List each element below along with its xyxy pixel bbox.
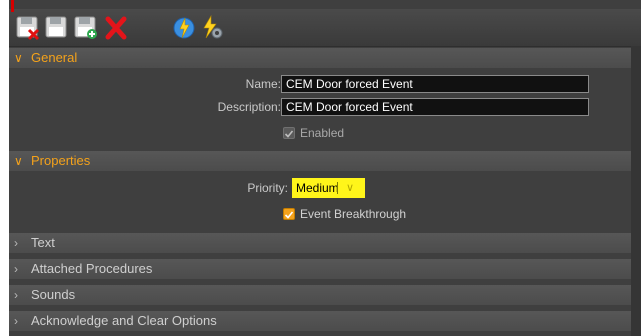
- section-text-header[interactable]: › Text: [9, 233, 641, 253]
- chevron-right-icon: ›: [14, 314, 18, 328]
- enabled-label: Enabled: [300, 126, 345, 140]
- save-new-icon: [74, 16, 97, 39]
- delete-button[interactable]: [103, 13, 129, 41]
- event-breakthrough-checkbox[interactable]: [283, 208, 295, 220]
- save-close-button[interactable]: [15, 13, 41, 41]
- event-editor-window: ∨ General Name: Description: Enabled ∨ P…: [9, 0, 641, 336]
- chevron-right-icon: ›: [14, 288, 18, 302]
- event-settings-icon: [203, 14, 223, 39]
- event-settings-button[interactable]: [199, 13, 225, 41]
- check-icon: [284, 211, 294, 219]
- save-close-icon: [16, 16, 40, 41]
- priority-label: Priority:: [247, 181, 288, 195]
- save-button[interactable]: [44, 13, 70, 41]
- chevron-down-icon: ∨: [14, 51, 23, 65]
- chevron-right-icon: ›: [14, 236, 18, 250]
- name-field[interactable]: [281, 75, 589, 93]
- refresh-event-button[interactable]: [171, 13, 197, 41]
- priority-select[interactable]: Medium ∨: [292, 178, 365, 198]
- section-acknowledge-header[interactable]: › Acknowledge and Clear Options: [9, 311, 641, 331]
- refresh-event-icon: [173, 17, 195, 39]
- right-scroll-rail: [631, 46, 641, 336]
- section-text-title: Text: [31, 235, 55, 250]
- section-general-header[interactable]: ∨ General: [9, 48, 641, 68]
- section-sounds-title: Sounds: [31, 287, 76, 302]
- save-icon: [45, 16, 67, 38]
- section-sounds-header[interactable]: › Sounds: [9, 285, 641, 305]
- description-field[interactable]: [281, 98, 589, 116]
- enabled-checkbox[interactable]: [283, 127, 295, 139]
- section-properties-header[interactable]: ∨ Properties: [9, 151, 641, 171]
- chevron-down-icon: ∨: [14, 154, 23, 168]
- chevron-right-icon: ›: [14, 262, 18, 276]
- section-general-title: General: [31, 50, 78, 65]
- cursor-marker: [11, 0, 14, 12]
- priority-value: Medium: [296, 181, 339, 195]
- name-label: Name:: [245, 77, 281, 91]
- section-attached-procedures-header[interactable]: › Attached Procedures: [9, 259, 641, 279]
- section-acknowledge-title: Acknowledge and Clear Options: [31, 313, 217, 328]
- section-properties-title: Properties: [31, 153, 91, 168]
- description-label: Description:: [217, 100, 281, 114]
- section-attached-procedures-title: Attached Procedures: [31, 261, 153, 276]
- toolbar: [9, 9, 641, 47]
- save-new-button[interactable]: [73, 13, 99, 41]
- delete-icon: [105, 16, 127, 40]
- event-breakthrough-label: Event Breakthrough: [300, 207, 407, 221]
- select-separator: [337, 182, 338, 194]
- chevron-down-icon: ∨: [346, 182, 355, 194]
- check-icon: [284, 130, 294, 138]
